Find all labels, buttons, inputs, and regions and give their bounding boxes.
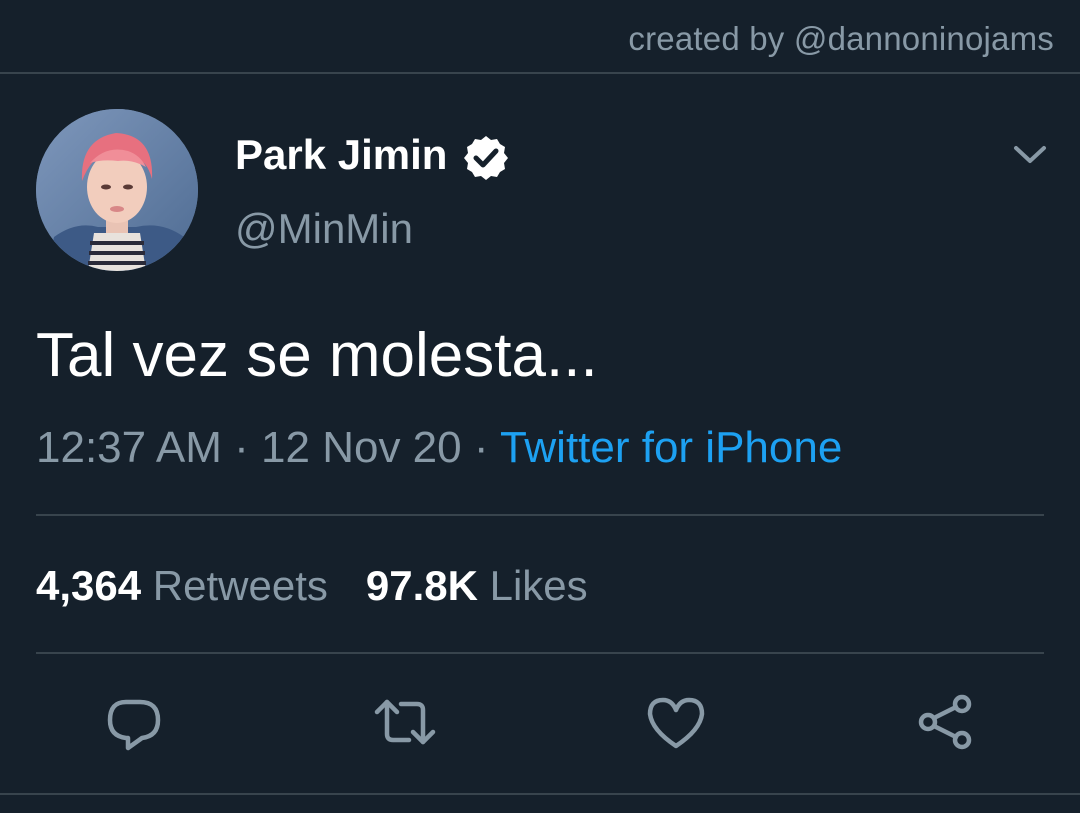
tweet-source-link[interactable]: Twitter for iPhone (500, 423, 842, 472)
tweet-page: created by @dannoninojams Park Jimin @Mi… (0, 0, 1080, 813)
divider (36, 514, 1044, 516)
credit-text: created by @dannoninojams (628, 20, 1054, 57)
likes-stat[interactable]: 97.8K Likes (366, 562, 588, 609)
avatar-image (36, 109, 198, 271)
tweet-text: Tal vez se molesta... (36, 321, 598, 390)
retweets-count: 4,364 (36, 562, 142, 609)
chevron-down-icon[interactable] (1010, 140, 1050, 168)
likes-count: 97.8K (365, 562, 478, 609)
display-name[interactable]: Park Jimin (235, 131, 447, 179)
share-icon[interactable] (914, 690, 978, 754)
tweet-time[interactable]: 12:37 AM (36, 423, 222, 472)
likes-label: Likes (489, 562, 588, 609)
heart-icon[interactable] (644, 690, 708, 754)
meta-separator: · (234, 423, 249, 472)
avatar[interactable] (36, 109, 198, 271)
verified-badge-icon (464, 136, 508, 180)
reply-icon[interactable] (102, 690, 166, 754)
tweet-stats: 4,364 Retweets 97.8K Likes (36, 562, 588, 610)
retweet-icon[interactable] (373, 690, 437, 754)
divider (0, 793, 1080, 795)
divider (36, 652, 1044, 654)
top-bar: created by @dannoninojams (0, 0, 1080, 74)
meta-separator: · (473, 423, 489, 472)
tweet-meta: 12:37 AM · 12 Nov 20 · Twitter for iPhon… (36, 423, 842, 473)
tweet-date[interactable]: 12 Nov 20 (261, 423, 462, 472)
user-handle[interactable]: @MinMin (235, 205, 413, 253)
retweets-label: Retweets (152, 562, 328, 609)
retweets-stat[interactable]: 4,364 Retweets (36, 562, 328, 609)
